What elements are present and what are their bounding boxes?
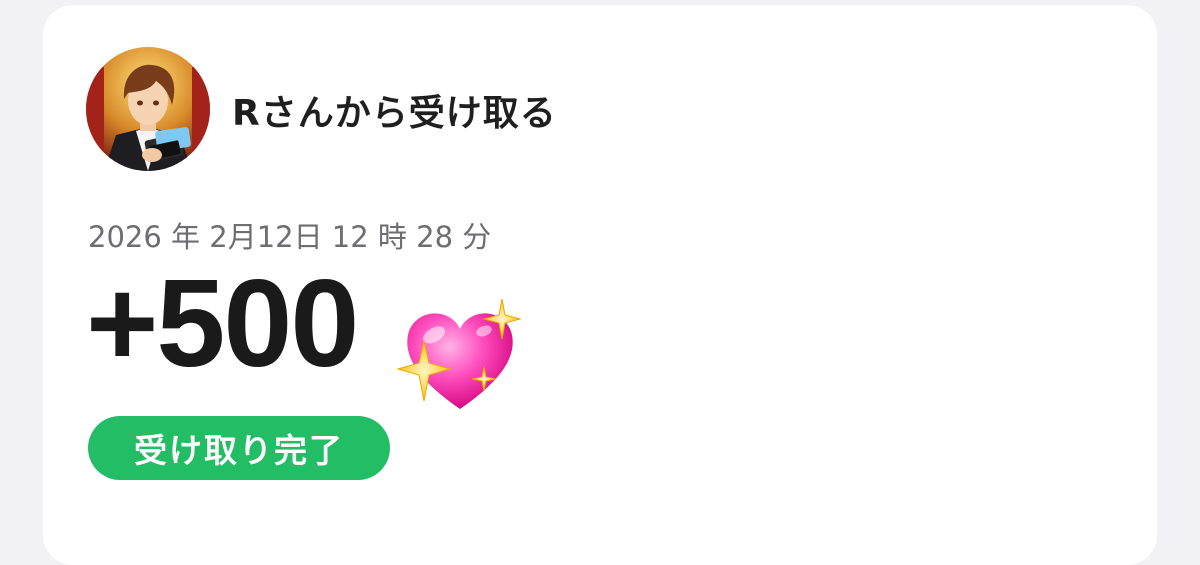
amount-value: +500 [86,255,359,393]
status-badge: 受け取り完了 [88,416,390,480]
transaction-timestamp: 2026 年 2月12日 12 時 28 分 [88,220,492,254]
sender-label: Rさんから受け取る [232,93,557,134]
sparkling-heart-icon [396,297,524,415]
avatar-image [86,47,210,171]
sender-avatar[interactable] [86,47,210,171]
